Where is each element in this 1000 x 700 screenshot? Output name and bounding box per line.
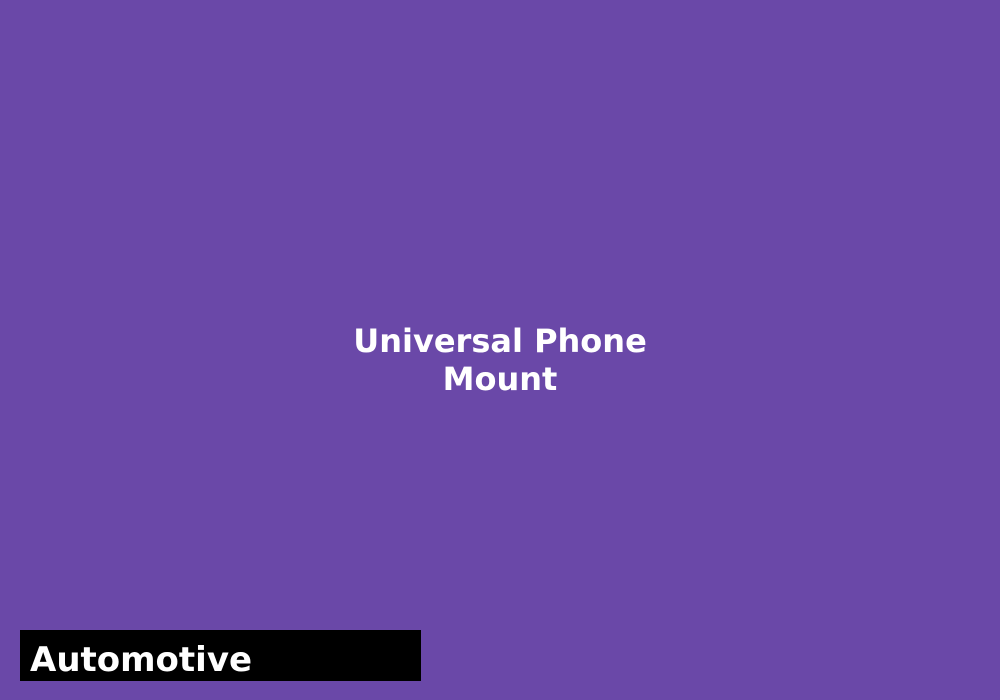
product-title: Universal Phone Mount	[0, 322, 1000, 398]
product-title-line-2: Mount	[442, 360, 558, 398]
product-title-line-1: Universal Phone	[353, 322, 647, 360]
category-banner: Automotive	[20, 630, 421, 681]
category-label: Automotive	[30, 640, 253, 680]
